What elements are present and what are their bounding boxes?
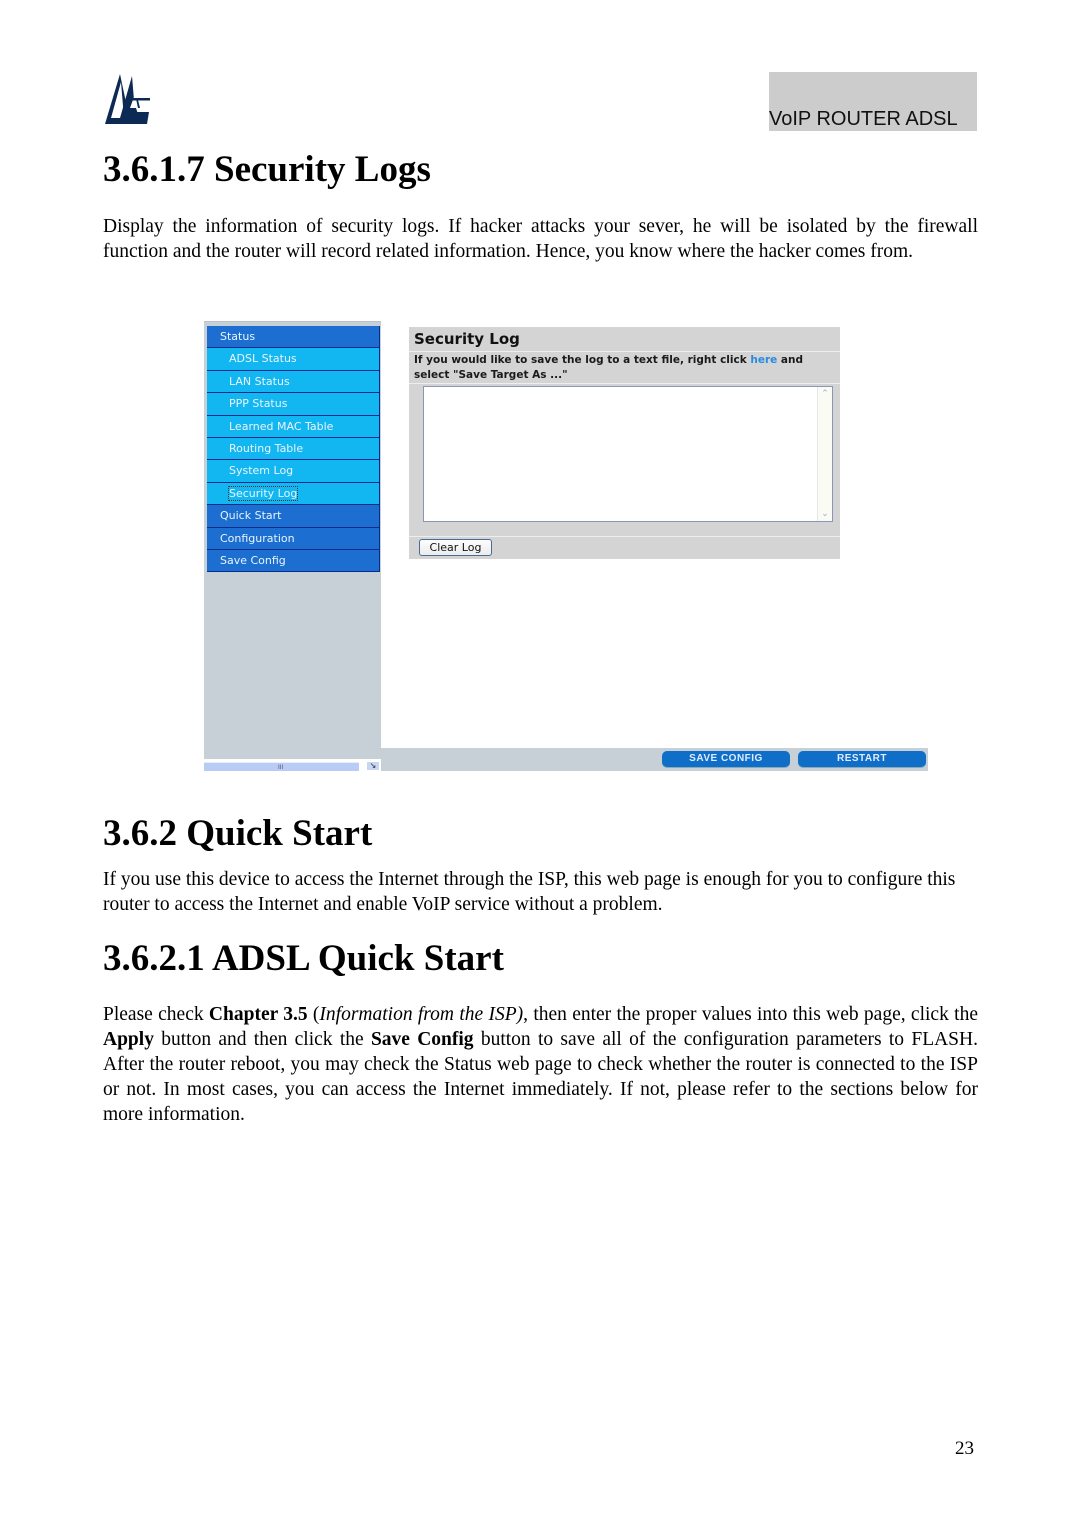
sidebar-item-label: System Log	[229, 464, 294, 478]
save-config-button[interactable]: SAVE CONFIG	[662, 751, 790, 767]
save-config-term: Save Config	[370, 1029, 474, 1050]
text-run: button and then click the	[153, 1029, 371, 1050]
page-number: 23	[955, 1438, 974, 1459]
sidebar-item-label: PPP Status	[229, 397, 288, 411]
section-title-adsl-quick-start: 3.6.2.1 ADSL Quick Start	[103, 938, 504, 979]
security-log-panel: Security Log If you would like to save t…	[409, 327, 840, 559]
section-title-quick-start: 3.6.2 Quick Start	[103, 813, 373, 854]
sidebar-item-security-log[interactable]: Security Log	[207, 482, 380, 506]
sidebar-item-label: Quick Start	[220, 509, 282, 523]
chapter-title-italic: Information from the ISP)	[319, 1004, 524, 1025]
sidebar-item-system-log[interactable]: System Log	[207, 460, 380, 483]
text-run: , then enter the proper values into this…	[523, 1004, 978, 1025]
sidebar-item-label: ADSL Status	[229, 352, 297, 366]
chapter-reference: Chapter 3.5	[208, 1004, 308, 1025]
sidebar-nav: Status ADSL Status LAN Status PPP Status Lea…	[207, 326, 380, 573]
button-row: Clear Log	[409, 537, 840, 559]
log-wrapper: ⌃ ⌄	[409, 384, 840, 537]
desc-text-before: If you would like to save the log to a t…	[414, 354, 751, 366]
sidebar: Status ADSL Status LAN Status PPP Status Lea…	[204, 321, 381, 759]
product-label: VoIP ROUTER ADSL	[769, 108, 958, 130]
restart-button[interactable]: RESTART	[798, 751, 926, 767]
sidebar-item-ppp-status[interactable]: PPP Status	[207, 393, 380, 416]
security-logs-paragraph: Display the information of security logs…	[103, 216, 978, 262]
quick-start-paragraph: If you use this device to access the Int…	[103, 869, 956, 915]
scrollbar-grip-icon: III	[278, 764, 284, 771]
sidebar-item-configuration[interactable]: Configuration	[207, 527, 380, 550]
sidebar-item-label: LAN Status	[229, 374, 290, 388]
sidebar-item-label: Save Config	[220, 553, 286, 567]
adsl-quick-start-paragraph: Please check Chapter 3.5 (Information fr…	[103, 1002, 978, 1127]
resize-arrow-icon[interactable]: ↘	[367, 762, 379, 770]
sidebar-item-routing-table[interactable]: Routing Table	[207, 437, 380, 461]
security-log-textarea[interactable]: ⌃ ⌄	[423, 386, 833, 522]
security-log-screenshot: Status ADSL Status LAN Status PPP Status Lea…	[204, 321, 928, 771]
horizontal-scrollbar[interactable]: III	[204, 762, 359, 771]
text-run: (	[307, 1004, 320, 1025]
log-vertical-scrollbar[interactable]: ⌃ ⌄	[817, 387, 832, 521]
sidebar-item-label: Learned MAC Table	[229, 419, 334, 433]
scroll-down-icon[interactable]: ⌄	[818, 507, 832, 521]
sidebar-item-lan-status[interactable]: LAN Status	[207, 370, 380, 394]
atlantis-logo-icon	[102, 72, 154, 128]
sidebar-item-learned-mac-table[interactable]: Learned MAC Table	[207, 415, 380, 438]
scroll-up-icon[interactable]: ⌃	[818, 387, 832, 401]
sidebar-item-save-config[interactable]: Save Config	[207, 549, 380, 573]
clear-log-button[interactable]: Clear Log	[419, 539, 492, 556]
sidebar-item-label: Status	[220, 330, 256, 343]
save-log-link[interactable]: here	[750, 354, 777, 366]
panel-description: If you would like to save the log to a t…	[409, 352, 840, 384]
sidebar-item-label: Security Log	[227, 485, 299, 501]
panel-title: Security Log	[409, 327, 840, 352]
sidebar-item-status[interactable]: Status	[207, 326, 380, 349]
text-run: Please check	[103, 1004, 209, 1025]
apply-term: Apply	[103, 1029, 154, 1050]
section-title-security-logs: 3.6.1.7 Security Logs	[103, 149, 431, 190]
sidebar-item-label: Configuration	[220, 531, 295, 545]
sidebar-item-quick-start[interactable]: Quick Start	[207, 505, 380, 528]
sidebar-item-label: Routing Table	[229, 441, 304, 455]
sidebar-item-adsl-status[interactable]: ADSL Status	[207, 348, 380, 371]
